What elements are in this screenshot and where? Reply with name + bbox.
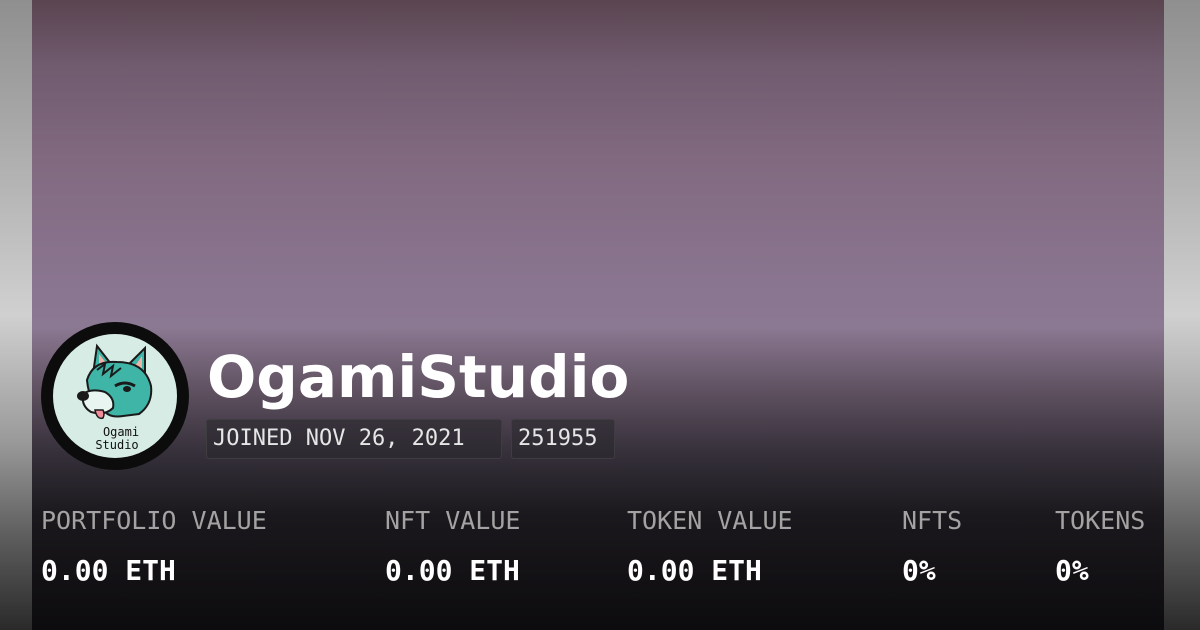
stat-token-value: TOKEN VALUE 0.00 ETH [627, 504, 793, 588]
stat-portfolio-value: PORTFOLIO VALUE 0.00 ETH [41, 504, 267, 588]
profile-name: OgamiStudio [207, 343, 630, 411]
avatar-image: Ogami Studio [53, 334, 177, 458]
stat-value: 0.00 ETH [385, 554, 520, 587]
stat-label: NFTS [902, 506, 963, 535]
stat-label: TOKENS [1055, 506, 1146, 535]
stat-tokens: TOKENS 0% [1055, 504, 1145, 588]
stat-label: NFT VALUE [385, 506, 521, 535]
left-edge-frame [0, 0, 32, 630]
avatar[interactable]: Ogami Studio [41, 322, 189, 470]
right-edge-frame [1164, 0, 1200, 630]
stat-nft-value: NFT VALUE 0.00 ETH [385, 504, 520, 588]
stat-label: TOKEN VALUE [627, 506, 793, 535]
stat-value: 0.00 ETH [41, 554, 176, 587]
avatar-logo-text-line-2: Studio [95, 438, 139, 452]
stat-value: 0% [1055, 554, 1089, 587]
stat-nfts: NFTS 0% [902, 504, 962, 588]
stat-label: PORTFOLIO VALUE [41, 506, 267, 535]
stat-value: 0.00 ETH [627, 554, 762, 587]
joined-date-badge: JOINED NOV 26, 2021 [206, 419, 502, 459]
stat-value: 0% [902, 554, 936, 587]
profile-id-badge: 251955 [511, 419, 615, 459]
